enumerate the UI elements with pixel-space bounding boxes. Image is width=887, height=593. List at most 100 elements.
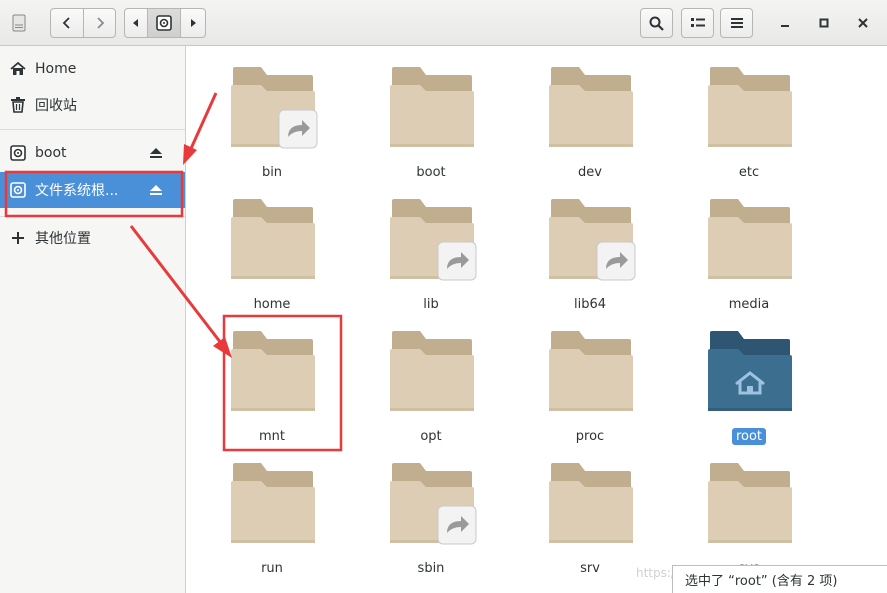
folder-icon bbox=[390, 331, 474, 411]
list-view-icon bbox=[690, 18, 705, 27]
folder-name: etc bbox=[738, 165, 760, 180]
search-icon bbox=[649, 16, 664, 31]
sidebar-item-label: 文件系统根... bbox=[35, 183, 119, 199]
symlink-arrow-icon bbox=[596, 241, 636, 281]
folder-label: dev bbox=[520, 165, 660, 180]
folder-label: proc bbox=[520, 429, 660, 444]
folder-label: bin bbox=[202, 165, 342, 180]
folder-name: bin bbox=[261, 165, 283, 180]
sidebar-item-trash[interactable]: 回收站 bbox=[0, 87, 185, 123]
folder-icon bbox=[231, 463, 315, 543]
folder-name: home bbox=[253, 297, 291, 312]
folder-name: boot bbox=[416, 165, 446, 180]
folder-icon bbox=[390, 67, 474, 147]
path-right-arrow[interactable] bbox=[180, 8, 206, 38]
sidebar-item-boot[interactable]: boot bbox=[0, 135, 185, 171]
sidebar-item-label: boot bbox=[35, 145, 67, 161]
folder-label: mnt bbox=[202, 429, 342, 444]
folder-icon bbox=[549, 463, 633, 543]
minimize-button[interactable] bbox=[774, 12, 796, 34]
trash-icon bbox=[10, 97, 26, 113]
folder-item[interactable]: mnt bbox=[202, 329, 342, 449]
folder-label: media bbox=[679, 297, 819, 312]
folder-name: lib bbox=[423, 297, 439, 312]
view-toggle-button[interactable] bbox=[681, 8, 714, 38]
folder-name: mnt bbox=[259, 429, 285, 444]
folder-item[interactable]: sys bbox=[679, 461, 819, 581]
folder-item[interactable]: bin bbox=[202, 65, 342, 185]
sidebar-item-label: Home bbox=[35, 61, 77, 77]
folder-item[interactable]: lib64 bbox=[520, 197, 660, 317]
hamburger-icon bbox=[730, 18, 743, 28]
maximize-icon bbox=[819, 18, 829, 28]
back-button[interactable] bbox=[50, 8, 84, 38]
folder-label: run bbox=[202, 561, 342, 576]
folder-icon bbox=[708, 331, 792, 411]
sidebar-item-filesystem-root[interactable]: 文件系统根... bbox=[0, 172, 185, 208]
folder-icon bbox=[549, 67, 633, 147]
sidebar-item-home[interactable]: Home bbox=[0, 51, 185, 87]
folder-name: root bbox=[731, 428, 767, 445]
folder-name: opt bbox=[420, 429, 442, 444]
close-button[interactable] bbox=[852, 12, 874, 34]
folder-name: srv bbox=[580, 561, 600, 576]
sidebar: Home 回收站 boot 文件系统根... 其他位置 bbox=[0, 46, 186, 593]
folder-item[interactable]: home bbox=[202, 197, 342, 317]
path-root-button[interactable] bbox=[147, 8, 181, 38]
folder-item[interactable]: boot bbox=[361, 65, 501, 185]
minimize-icon bbox=[781, 25, 789, 27]
folder-icon bbox=[708, 463, 792, 543]
folder-label: opt bbox=[361, 429, 501, 444]
eject-icon[interactable] bbox=[149, 183, 163, 197]
search-button[interactable] bbox=[640, 8, 673, 38]
folder-name: proc bbox=[575, 429, 605, 444]
menu-options-button[interactable] bbox=[720, 8, 753, 38]
sidebar-item-label: 其他位置 bbox=[35, 231, 91, 247]
folder-label: home bbox=[202, 297, 342, 312]
folder-item[interactable]: proc bbox=[520, 329, 660, 449]
folder-icon bbox=[231, 331, 315, 411]
folder-name: media bbox=[728, 297, 770, 312]
menu-button[interactable] bbox=[8, 8, 30, 38]
sidebar-item-label: 回收站 bbox=[35, 98, 77, 114]
folder-item[interactable]: etc bbox=[679, 65, 819, 185]
folder-name: lib64 bbox=[573, 297, 607, 312]
disk-icon bbox=[12, 14, 26, 32]
path-left-arrow[interactable] bbox=[124, 8, 148, 38]
folder-item[interactable]: dev bbox=[520, 65, 660, 185]
folder-label: boot bbox=[361, 165, 501, 180]
folder-item[interactable]: lib bbox=[361, 197, 501, 317]
folder-icon bbox=[708, 67, 792, 147]
maximize-button[interactable] bbox=[813, 12, 835, 34]
folder-item[interactable]: opt bbox=[361, 329, 501, 449]
status-bar: 选中了 “root” (含有 2 项) bbox=[672, 565, 887, 593]
chevron-right-icon bbox=[96, 17, 104, 29]
folder-label: lib bbox=[361, 297, 501, 312]
drive-icon bbox=[156, 15, 172, 31]
forward-button[interactable] bbox=[83, 8, 116, 38]
home-icon bbox=[10, 61, 26, 77]
sidebar-item-other-locations[interactable]: 其他位置 bbox=[0, 220, 185, 256]
folder-icon bbox=[549, 331, 633, 411]
plus-icon bbox=[10, 230, 26, 246]
symlink-arrow-icon bbox=[437, 241, 477, 281]
folder-item[interactable]: media bbox=[679, 197, 819, 317]
folder-name: sbin bbox=[417, 561, 445, 576]
drive-icon bbox=[10, 182, 26, 198]
symlink-arrow-icon bbox=[278, 109, 318, 149]
folder-label: root bbox=[679, 428, 819, 445]
folder-label: lib64 bbox=[520, 297, 660, 312]
folder-icon bbox=[231, 199, 315, 279]
symlink-arrow-icon bbox=[437, 505, 477, 545]
folder-item[interactable]: run bbox=[202, 461, 342, 581]
folder-item[interactable]: sbin bbox=[361, 461, 501, 581]
folder-item[interactable]: root bbox=[679, 329, 819, 449]
close-icon bbox=[858, 18, 868, 28]
chevron-left-icon bbox=[62, 17, 70, 29]
eject-icon[interactable] bbox=[149, 146, 163, 160]
folder-item[interactable]: srv bbox=[520, 461, 660, 581]
folder-label: sbin bbox=[361, 561, 501, 576]
folder-label: etc bbox=[679, 165, 819, 180]
header-bar bbox=[0, 0, 887, 46]
folder-icon bbox=[708, 199, 792, 279]
